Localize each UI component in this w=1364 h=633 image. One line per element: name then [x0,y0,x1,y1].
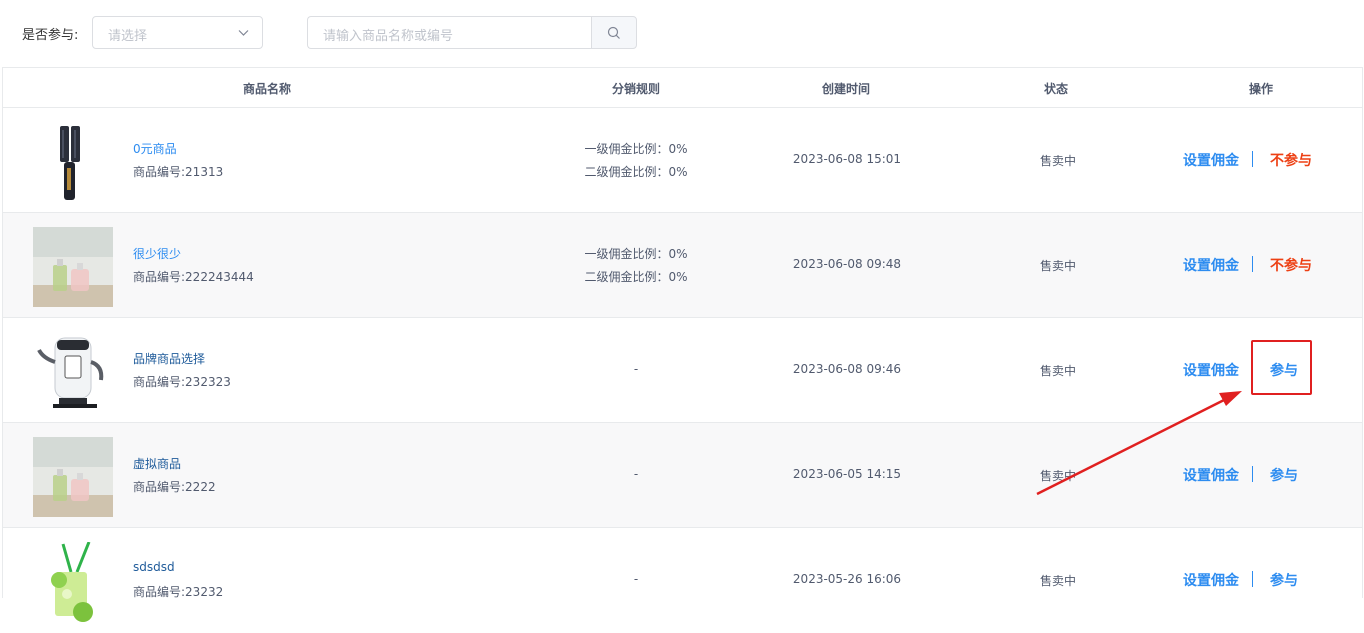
product-table: 商品名称 分销规则 创建时间 状态 操作 0元商品 商品编号:21313 一级佣… [2,67,1363,622]
distribution-rule: - [633,362,639,376]
product-name-link[interactable]: 很少很少 [133,245,181,262]
distribution-rule: - [633,467,639,481]
search-input[interactable]: 请输入商品名称或编号 [307,16,591,49]
level1-commission: 一级佣金比例：0% [584,142,688,156]
search-icon [607,26,620,39]
created-time: 2023-06-08 15:01 [792,152,902,166]
table-row: 虚拟商品 商品编号:2222 - 2023-06-05 14:15 售卖中 设置… [3,423,1362,528]
status-text: 售卖中 [1039,259,1076,273]
set-commission-button[interactable]: 设置佣金 [1183,150,1239,170]
product-name-link[interactable]: sdsdsd [133,560,175,574]
not-participate-button[interactable]: 不参与 [1270,255,1312,275]
participate-filter-label: 是否参与: [22,28,79,43]
participate-select[interactable]: 请选择 [92,16,263,49]
distribution-rule: - [633,572,639,586]
product-image-perfume [33,227,113,307]
created-time: 2023-05-26 16:06 [792,572,902,586]
column-header-name: 商品名称 [243,82,292,96]
status-text: 售卖中 [1039,364,1076,378]
set-commission-button[interactable]: 设置佣金 [1183,360,1239,380]
product-name-link[interactable]: 0元商品 [133,140,177,157]
filter-bar: 是否参与: 请选择 请输入商品名称或编号 [0,0,1364,66]
status-text: 售卖中 [1039,574,1076,588]
action-divider [1252,151,1253,167]
participate-button[interactable]: 参与 [1270,570,1298,590]
product-image-robot [33,332,113,412]
action-divider [1252,256,1253,272]
product-code: 商品编号:232323 [133,375,231,389]
table-row: sdsdsd 商品编号:23232 - 2023-05-26 16:06 售卖中… [3,528,1362,633]
table-row: 0元商品 商品编号:21313 一级佣金比例：0% 二级佣金比例：0% 2023… [3,108,1362,213]
created-time: 2023-06-08 09:46 [792,362,902,376]
action-divider [1252,571,1253,587]
product-image-hair-straightener [33,122,113,202]
product-image-drink [33,542,113,622]
column-header-rule: 分销规则 [612,82,661,96]
status-text: 售卖中 [1039,469,1076,483]
status-text: 售卖中 [1039,154,1076,168]
product-code: 商品编号:222243444 [133,270,254,284]
product-code: 商品编号:2222 [133,480,216,494]
set-commission-button[interactable]: 设置佣金 [1183,570,1239,590]
table-header: 商品名称 分销规则 创建时间 状态 操作 [3,68,1362,108]
search-input-placeholder: 请输入商品名称或编号 [323,29,454,44]
action-divider [1252,466,1253,482]
column-header-action: 操作 [1249,82,1274,96]
annotation-highlight-box [1251,340,1312,395]
created-time: 2023-06-08 09:48 [792,257,902,271]
level1-commission: 一级佣金比例：0% [584,247,688,261]
level2-commission: 二级佣金比例：0% [584,270,688,284]
participate-button[interactable]: 参与 [1270,465,1298,485]
column-header-created: 创建时间 [822,82,871,96]
column-header-status: 状态 [1044,82,1069,96]
table-row: 品牌商品选择 商品编号:232323 - 2023-06-08 09:46 售卖… [3,318,1362,423]
product-name-link[interactable]: 品牌商品选择 [133,350,205,367]
not-participate-button[interactable]: 不参与 [1270,150,1312,170]
set-commission-button[interactable]: 设置佣金 [1183,465,1239,485]
participate-select-placeholder: 请选择 [108,29,148,44]
set-commission-button[interactable]: 设置佣金 [1183,255,1239,275]
product-code: 商品编号:23232 [133,585,224,599]
table-row: 很少很少 商品编号:222243444 一级佣金比例：0% 二级佣金比例：0% … [3,213,1362,318]
chevron-down-icon [238,30,249,36]
search-button[interactable] [591,16,637,49]
product-image-perfume [33,437,113,517]
product-code: 商品编号:21313 [133,165,224,179]
created-time: 2023-06-05 14:15 [792,467,902,481]
product-name-link[interactable]: 虚拟商品 [133,455,181,472]
level2-commission: 二级佣金比例：0% [584,165,688,179]
